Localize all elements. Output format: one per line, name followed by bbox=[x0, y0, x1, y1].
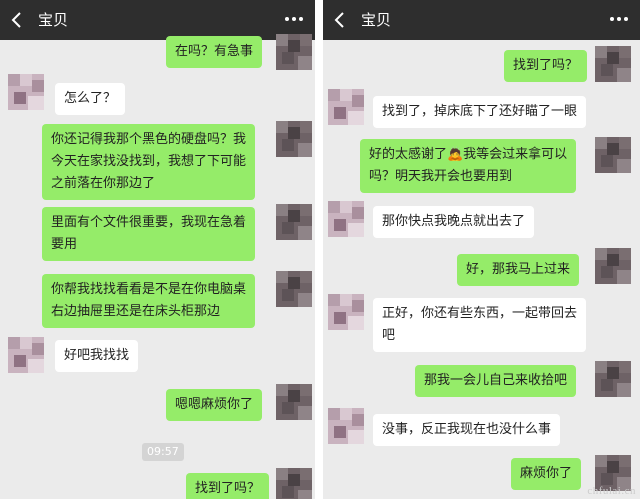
more-dots-icon[interactable] bbox=[608, 9, 630, 29]
contact-avatar[interactable] bbox=[8, 74, 44, 110]
my-avatar[interactable] bbox=[276, 271, 312, 307]
message-bubble-received[interactable]: 没事，反正我现在也没什么事 bbox=[373, 414, 561, 446]
message-bubble-sent[interactable]: 你帮我找找看看是不是在你电脑桌 右边抽屉里还是在床头柜那边 bbox=[42, 274, 256, 328]
my-avatar[interactable] bbox=[276, 468, 312, 499]
message-bubble-sent[interactable]: 麻烦你了 bbox=[511, 458, 582, 490]
message-bubble-received[interactable]: 找到了，掉床底下了还好瞄了一眼 bbox=[373, 96, 587, 128]
contact-avatar[interactable] bbox=[328, 89, 364, 125]
message-bubble-sent[interactable]: 在吗？有急事 bbox=[166, 36, 263, 68]
my-avatar[interactable] bbox=[276, 204, 312, 240]
message-bubble-sent[interactable]: 你还记得我那个黑色的硬盘吗？我 今天在家找没找到，我想了下可能 之前落在你那边了 bbox=[42, 124, 256, 200]
contact-avatar[interactable] bbox=[328, 201, 364, 237]
message-bubble-sent[interactable]: 好的太感谢了🙇我等会过来拿可以 吗？明天我开会也要用到 bbox=[360, 139, 577, 193]
message-bubble-sent[interactable]: 嗯嗯麻烦你了 bbox=[166, 389, 263, 421]
message-bubble-received[interactable]: 怎么了？ bbox=[55, 83, 126, 115]
my-avatar[interactable] bbox=[276, 121, 312, 157]
message-bubble-sent[interactable]: 找到了吗？ bbox=[504, 50, 588, 82]
my-avatar[interactable] bbox=[276, 384, 312, 420]
message-bubble-sent[interactable]: 那我一会儿自己来收拾吧 bbox=[415, 365, 577, 397]
chat-title: 宝贝 bbox=[361, 11, 392, 29]
message-bubble-sent[interactable]: 里面有个文件很重要，我现在急着 要用 bbox=[42, 207, 256, 261]
chat-header: 宝贝 bbox=[0, 0, 315, 40]
my-avatar[interactable] bbox=[276, 34, 312, 70]
my-avatar[interactable] bbox=[595, 361, 631, 397]
my-avatar[interactable] bbox=[595, 137, 631, 173]
contact-avatar[interactable] bbox=[328, 408, 364, 444]
chat-panel-right: 宝贝 找到了吗？ 找到了，掉床底下了还好瞄了一眼 好的太感谢了🙇我等会过来拿可以… bbox=[323, 0, 640, 499]
watermark: chfulai.cn bbox=[587, 485, 636, 497]
message-timestamp: 09:57 bbox=[142, 443, 184, 461]
chevron-left-icon[interactable] bbox=[332, 11, 350, 29]
contact-avatar[interactable] bbox=[328, 294, 364, 330]
chat-panel-left: 宝贝 在吗？有急事 怎么了？ 你还记得我那个黑色的硬盘吗？我 今天在家找没找到，… bbox=[0, 0, 315, 499]
chevron-left-icon[interactable] bbox=[9, 11, 27, 29]
chat-title: 宝贝 bbox=[38, 11, 69, 29]
my-avatar[interactable] bbox=[595, 248, 631, 284]
chat-header: 宝贝 bbox=[323, 0, 640, 40]
more-dots-icon[interactable] bbox=[283, 9, 305, 29]
message-bubble-sent[interactable]: 好，那我马上过来 bbox=[457, 254, 580, 286]
contact-avatar[interactable] bbox=[8, 337, 44, 373]
my-avatar[interactable] bbox=[595, 46, 631, 82]
message-bubble-sent[interactable]: 找到了吗？ bbox=[186, 473, 270, 499]
message-bubble-received[interactable]: 那你快点我晚点就出去了 bbox=[373, 206, 535, 238]
message-bubble-received[interactable]: 正好，你还有些东西，一起带回去 吧 bbox=[373, 298, 587, 352]
message-bubble-received[interactable]: 好吧我找找 bbox=[55, 340, 139, 372]
